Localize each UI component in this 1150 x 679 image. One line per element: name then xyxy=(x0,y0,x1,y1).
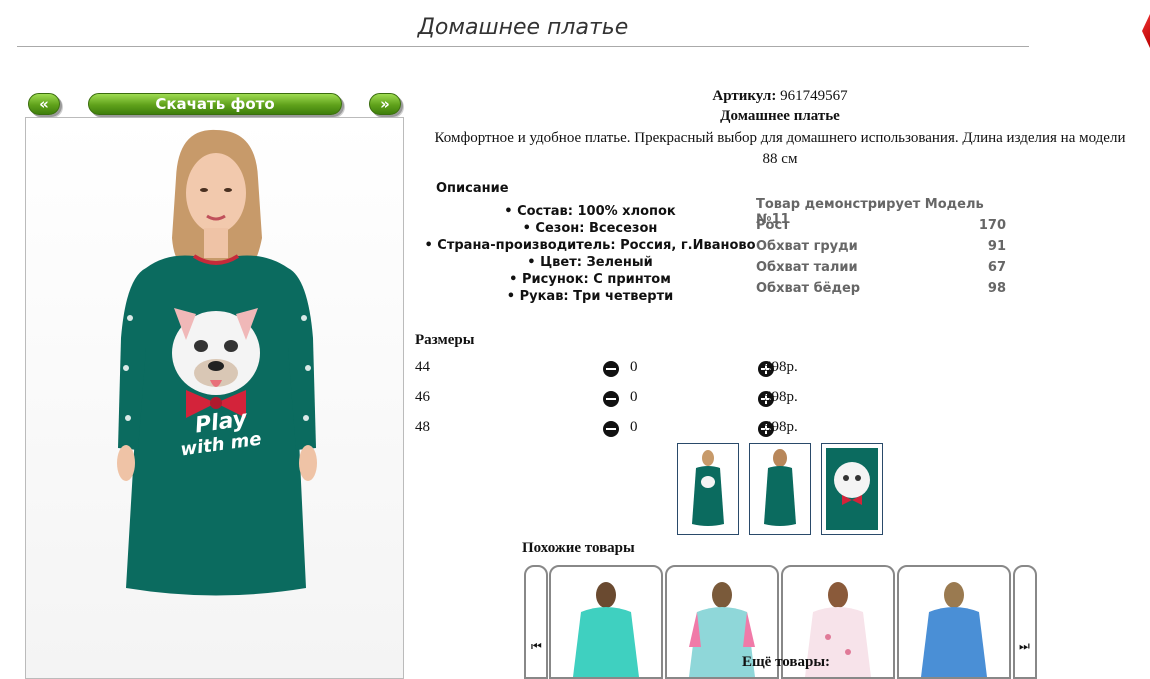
spec-item: Цвет: Зеленый xyxy=(420,254,760,271)
model-row-value: 67 xyxy=(987,260,1006,275)
model-row-label: Рост xyxy=(756,218,790,233)
minus-circle-icon[interactable] xyxy=(603,420,619,437)
more-products-heading: Ещё товары: xyxy=(742,654,831,670)
size-row: 44 0 598р. xyxy=(415,359,815,379)
size-value: 46 xyxy=(415,389,430,405)
size-qty: 0 xyxy=(630,389,638,405)
model-row-value: 91 xyxy=(987,239,1006,254)
spec-item: Состав: 100% хлопок xyxy=(420,203,760,220)
minus-circle-icon[interactable] xyxy=(603,360,619,377)
spec-item: Страна-производитель: Россия, г.Иваново xyxy=(420,237,760,254)
article-line: Артикул: 961749567 xyxy=(415,88,1145,105)
model-measurements: Товар демонстрирует Модель №11 Рост 170 … xyxy=(756,197,1016,307)
model-row: Рост 170 xyxy=(756,218,1006,233)
page-title: Домашнее платье xyxy=(417,15,629,40)
spec-item: Рисунок: С принтом xyxy=(420,271,760,288)
size-qty: 0 xyxy=(630,359,638,375)
size-price: 598р. xyxy=(764,359,798,375)
model-row-label: Обхват груди xyxy=(756,239,858,254)
size-value: 48 xyxy=(415,419,430,435)
spec-item: Рукав: Три четверти xyxy=(420,288,760,305)
prev-photo-button[interactable]: « xyxy=(28,93,60,115)
first-page-icon: ⏮ xyxy=(531,639,542,653)
download-photo-button[interactable]: Скачать фото xyxy=(88,93,342,115)
model-row: Обхват бёдер 98 xyxy=(756,281,1006,296)
sizes-heading: Размеры xyxy=(415,332,475,348)
product-name: Домашнее платье xyxy=(720,108,840,124)
spec-item: Сезон: Всесезон xyxy=(420,220,760,237)
specs-list: Состав: 100% хлопок Сезон: Всесезон Стра… xyxy=(420,203,760,305)
size-row: 46 0 598р. xyxy=(415,389,815,409)
thumbnail-back[interactable] xyxy=(749,443,811,535)
size-qty: 0 xyxy=(630,419,638,435)
thumbnail-front[interactable] xyxy=(677,443,739,535)
product-description: Комфортное и удобное платье. Прекрасный … xyxy=(434,130,1126,167)
specs-heading: Описание xyxy=(436,181,509,196)
size-row: 48 0 598р. xyxy=(415,419,815,439)
carousel-prev-button[interactable]: ⏮ xyxy=(524,565,548,679)
model-row-value: 98 xyxy=(987,281,1006,296)
size-value: 44 xyxy=(415,359,430,375)
model-row-value: 170 xyxy=(978,218,1006,233)
model-row-label: Обхват талии xyxy=(756,260,858,275)
next-photo-button[interactable]: » xyxy=(369,93,401,115)
size-price: 598р. xyxy=(764,419,798,435)
thumbnail-print[interactable] xyxy=(821,443,883,535)
model-row: Обхват груди 91 xyxy=(756,239,1006,254)
article-label: Артикул: xyxy=(712,88,777,104)
carousel-next-button[interactable]: ⏭ xyxy=(1013,565,1037,679)
last-page-icon: ⏭ xyxy=(1019,639,1030,653)
article-value: 961749567 xyxy=(780,88,848,104)
similar-product-card[interactable] xyxy=(549,565,663,679)
model-row: Обхват талии 67 xyxy=(756,260,1006,275)
main-product-photo[interactable]: Play with me xyxy=(25,117,404,679)
close-icon[interactable] xyxy=(1142,14,1150,48)
title-divider xyxy=(17,46,1029,47)
size-price: 598р. xyxy=(764,389,798,405)
similar-heading: Похожие товары xyxy=(522,540,635,556)
similar-product-card[interactable] xyxy=(897,565,1011,679)
minus-circle-icon[interactable] xyxy=(603,390,619,407)
model-row-label: Обхват бёдер xyxy=(756,281,861,296)
